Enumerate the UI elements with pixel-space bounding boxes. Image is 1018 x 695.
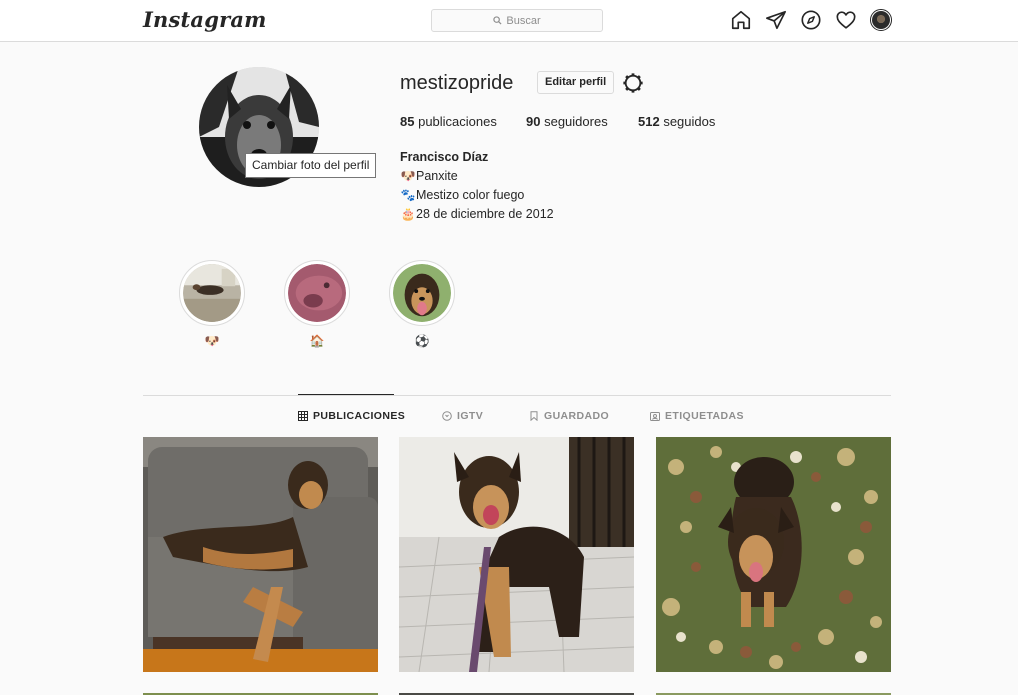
posts-count: 85 publicaciones (400, 114, 497, 129)
post-thumbnail[interactable] (656, 437, 891, 672)
highlight-cover-ring (179, 260, 245, 326)
edit-profile-button[interactable]: Editar perfil (537, 71, 615, 94)
tab-guardado[interactable]: GUARDADO (529, 410, 609, 422)
bio-line-3-text: 28 de diciembre de 2012 (416, 207, 554, 221)
following-count[interactable]: 512 seguidos (638, 114, 715, 129)
tabs-divider (143, 395, 891, 396)
paw-prints-emoji: 🐾 (400, 188, 416, 202)
cake-emoji: 🎂 (400, 207, 416, 221)
grid-icon (298, 411, 308, 421)
tab-publicaciones[interactable]: PUBLICACIONES (298, 410, 405, 422)
story-highlight[interactable]: ⚽ (389, 260, 455, 348)
direct-icon[interactable] (765, 9, 787, 31)
highlight-label: 🐶 (204, 334, 220, 348)
profile-bio: Francisco Díaz 🐶Panxite 🐾Mestizo color f… (400, 148, 554, 224)
tab-label: GUARDADO (544, 410, 610, 422)
highlight-cover-image (393, 264, 451, 322)
bio-line-2: 🐾Mestizo color fuego (400, 186, 554, 205)
tab-label: PUBLICACIONES (313, 410, 406, 422)
search-input[interactable]: Buscar (431, 9, 603, 32)
following-count-value: 512 (638, 114, 660, 129)
search-placeholder: Buscar (506, 14, 541, 27)
posts-count-value: 85 (400, 114, 415, 129)
posts-count-label: publicaciones (418, 114, 497, 129)
bio-line-1-text: Panxite (416, 169, 458, 183)
post-thumbnail[interactable] (399, 437, 634, 672)
settings-gear-icon[interactable] (622, 72, 644, 94)
active-tab-indicator (298, 394, 394, 395)
tab-label: ETIQUETADAS (665, 410, 744, 422)
story-highlight[interactable]: 🏠 (284, 260, 350, 348)
bio-line-3: 🎂28 de diciembre de 2012 (400, 205, 554, 224)
followers-count-label: seguidores (544, 114, 608, 129)
igtv-icon (442, 411, 452, 421)
followers-count[interactable]: 90 seguidores (526, 114, 608, 129)
tab-label: IGTV (457, 410, 484, 422)
dog-face-emoji: 🐶 (400, 169, 416, 183)
highlight-cover-ring (389, 260, 455, 326)
bio-line-1: 🐶Panxite (400, 167, 554, 186)
explore-icon[interactable] (800, 9, 822, 31)
followers-count-value: 90 (526, 114, 541, 129)
highlight-label: ⚽ (414, 334, 430, 348)
profile-username: mestizopride (400, 72, 514, 94)
following-count-label: seguidos (663, 114, 716, 129)
bookmark-icon (530, 411, 538, 421)
profile-avatar[interactable] (870, 9, 892, 31)
highlight-label: 🏠 (309, 334, 325, 348)
highlight-cover-image (288, 264, 346, 322)
tab-igtv[interactable]: IGTV (442, 410, 483, 422)
profile-full-name: Francisco Díaz (400, 150, 489, 164)
story-highlight[interactable]: 🐶 (179, 260, 245, 348)
tab-etiquetadas[interactable]: ETIQUETADAS (650, 410, 744, 422)
home-icon[interactable] (730, 9, 752, 31)
post-thumbnail[interactable] (143, 437, 378, 672)
avatar-tooltip: Cambiar foto del perfil (245, 153, 377, 178)
tagged-icon (650, 412, 660, 421)
top-navigation-bar: Instagram Buscar (0, 0, 1018, 42)
instagram-logo[interactable]: Instagram (143, 7, 267, 32)
highlight-cover-ring (284, 260, 350, 326)
highlight-cover-image (183, 264, 241, 322)
bio-line-2-text: Mestizo color fuego (416, 188, 525, 202)
activity-heart-icon[interactable] (835, 9, 857, 31)
search-icon (493, 16, 502, 25)
